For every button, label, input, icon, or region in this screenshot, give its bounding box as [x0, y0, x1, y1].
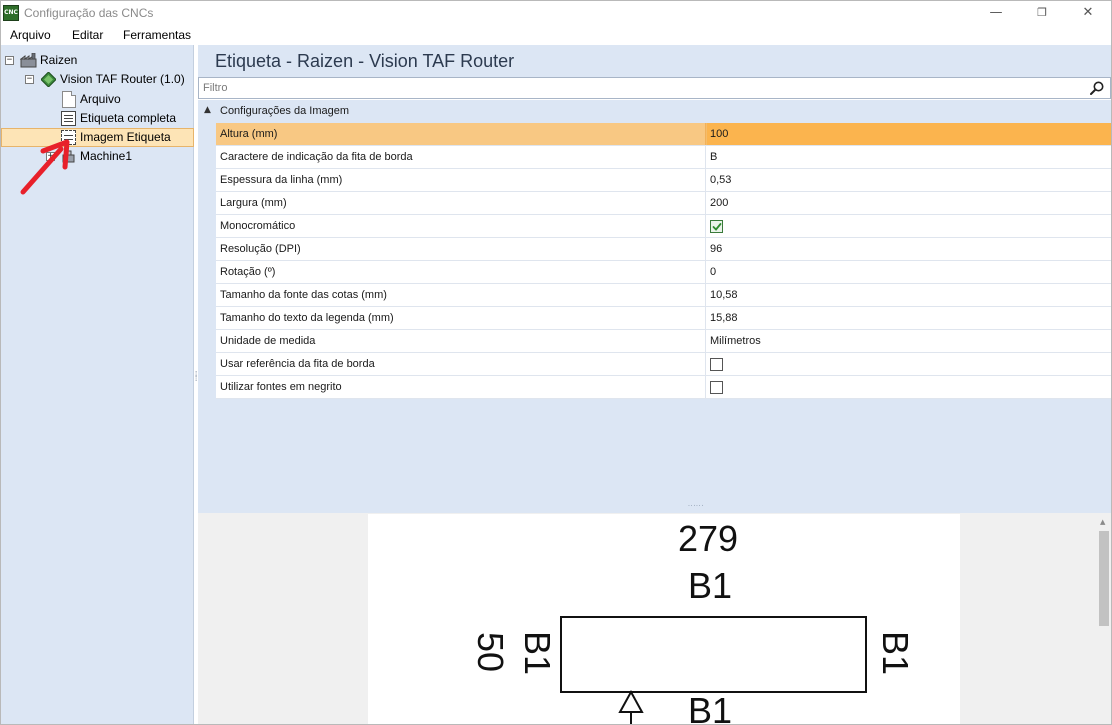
property-name: Caractere de indicação da fita de borda [216, 146, 706, 168]
property-row-texto-legenda[interactable]: Tamanho do texto da legenda (mm) 15,88 [216, 307, 1111, 330]
part-rectangle [560, 616, 867, 693]
tree-item-label: Etiqueta completa [80, 111, 177, 125]
property-row-fonte-cotas[interactable]: Tamanho da fonte das cotas (mm) 10,58 [216, 284, 1111, 307]
tree-item-label: Machine1 [80, 149, 133, 163]
app-cnc-icon: CNC [3, 5, 19, 21]
tree-item-arquivo[interactable]: Arquivo [1, 90, 191, 109]
window-title: Configuração das CNCs [24, 6, 154, 20]
menu-bar: Arquivo Editar Ferramentas [1, 25, 1111, 45]
property-name: Usar referência da fita de borda [216, 353, 706, 375]
monocromatico-checkbox[interactable] [710, 220, 723, 233]
tree-item-vision-taf-router[interactable]: − Vision TAF Router (1.0) [1, 70, 191, 89]
property-row-unidade[interactable]: Unidade de medida Milímetros [216, 330, 1111, 353]
menu-editar[interactable]: Editar [72, 28, 103, 42]
tree-item-label: Raizen [40, 53, 78, 67]
property-value[interactable]: 96 [707, 238, 1111, 260]
dimension-left-label: 50 [470, 632, 511, 673]
grain-direction-icon [618, 690, 644, 724]
factory-icon [20, 53, 37, 68]
property-name: Rotação (º) [216, 261, 706, 283]
fontes-negrito-checkbox[interactable] [710, 381, 723, 394]
chevron-up-icon[interactable]: ▲ [204, 105, 211, 115]
property-row-rotacao[interactable]: Rotação (º) 0 [216, 261, 1111, 284]
property-row-largura[interactable]: Largura (mm) 200 [216, 192, 1111, 215]
property-value[interactable]: 0 [707, 261, 1111, 283]
category-label: Configurações da Imagem [220, 105, 350, 117]
router-icon [41, 72, 56, 87]
property-name: Altura (mm) [216, 123, 706, 145]
property-grid: Altura (mm) 100 Caractere de indicação d… [216, 123, 1111, 399]
tree-item-label: Vision TAF Router (1.0) [60, 72, 185, 86]
property-name: Tamanho da fonte das cotas (mm) [216, 284, 706, 306]
property-name: Tamanho do texto da legenda (mm) [216, 307, 706, 329]
property-name: Resolução (DPI) [216, 238, 706, 260]
tree-item-label: Imagem Etiqueta [80, 130, 171, 144]
property-name: Espessura da linha (mm) [216, 169, 706, 191]
edge-bottom-label: B1 [688, 690, 733, 725]
menu-ferramentas[interactable]: Ferramentas [123, 28, 191, 42]
property-name: Monocromático [216, 215, 706, 237]
property-row-usar-referencia[interactable]: Usar referência da fita de borda [216, 353, 1111, 376]
collapse-icon[interactable]: − [5, 56, 14, 65]
dimension-top-label: 279 [678, 518, 739, 559]
property-value[interactable]: 15,88 [707, 307, 1111, 329]
property-value[interactable]: 200 [707, 192, 1111, 214]
title-bar: CNC Configuração das CNCs — ❐ ✕ [1, 1, 1111, 25]
checkmark-icon [712, 223, 722, 231]
page-header: Etiqueta - Raizen - Vision TAF Router [198, 45, 1111, 77]
page-title: Etiqueta - Raizen - Vision TAF Router [215, 51, 515, 71]
filter-input[interactable] [203, 80, 1073, 96]
close-button[interactable]: ✕ [1065, 1, 1111, 25]
property-name: Unidade de medida [216, 330, 706, 352]
minimize-button[interactable]: — [973, 1, 1019, 25]
category-header[interactable]: ▲ Configurações da Imagem [198, 101, 1111, 122]
property-row-espessura[interactable]: Espessura da linha (mm) 0,53 [216, 169, 1111, 192]
filter-box [198, 77, 1111, 99]
property-row-caractere[interactable]: Caractere de indicação da fita de borda … [216, 146, 1111, 169]
property-value [707, 215, 1111, 237]
property-value[interactable]: 0,53 [707, 169, 1111, 191]
tree-item-etiqueta-completa[interactable]: Etiqueta completa [1, 109, 191, 128]
document-icon [62, 91, 76, 108]
property-grid-area: ▲ Configurações da Imagem Altura (mm) 10… [198, 100, 1111, 508]
property-value[interactable]: 10,58 [707, 284, 1111, 306]
collapse-icon[interactable]: − [25, 75, 34, 84]
property-value [707, 376, 1111, 398]
edge-right-label: B1 [875, 631, 916, 676]
menu-arquivo[interactable]: Arquivo [10, 28, 51, 42]
usar-referencia-checkbox[interactable] [710, 358, 723, 371]
annotation-arrow-icon [20, 139, 70, 195]
label-form-icon [61, 111, 76, 126]
property-name: Utilizar fontes em negrito [216, 376, 706, 398]
property-row-altura[interactable]: Altura (mm) 100 [216, 123, 1111, 146]
edge-left-label: B1 [517, 631, 558, 676]
label-preview-pane: 279 B1 50 B1 B1 B1 [198, 513, 1111, 725]
property-row-resolucao[interactable]: Resolução (DPI) 96 [216, 238, 1111, 261]
property-value[interactable]: Milímetros [707, 330, 1111, 352]
edge-top-label: B1 [688, 565, 733, 606]
maximize-button[interactable]: ❐ [1019, 1, 1065, 25]
property-value[interactable]: 100 [707, 123, 1111, 145]
property-row-fontes-negrito[interactable]: Utilizar fontes em negrito [216, 376, 1111, 399]
label-preview-canvas: 279 B1 50 B1 B1 B1 [368, 514, 960, 725]
property-row-monocromatico[interactable]: Monocromático [216, 215, 1111, 238]
tree-item-label: Arquivo [80, 92, 121, 106]
property-value [707, 353, 1111, 375]
main-window: CNC Configuração das CNCs — ❐ ✕ Arquivo … [0, 0, 1112, 725]
preview-scrollbar[interactable]: ▲ [1097, 513, 1111, 724]
property-name: Largura (mm) [216, 192, 706, 214]
search-icon[interactable] [1090, 81, 1104, 95]
property-value[interactable]: B [707, 146, 1111, 168]
tree-item-raizen[interactable]: − Raizen [1, 51, 191, 70]
scrollbar-thumb[interactable] [1099, 531, 1109, 626]
scroll-up-arrow-icon[interactable]: ▲ [1100, 518, 1105, 526]
